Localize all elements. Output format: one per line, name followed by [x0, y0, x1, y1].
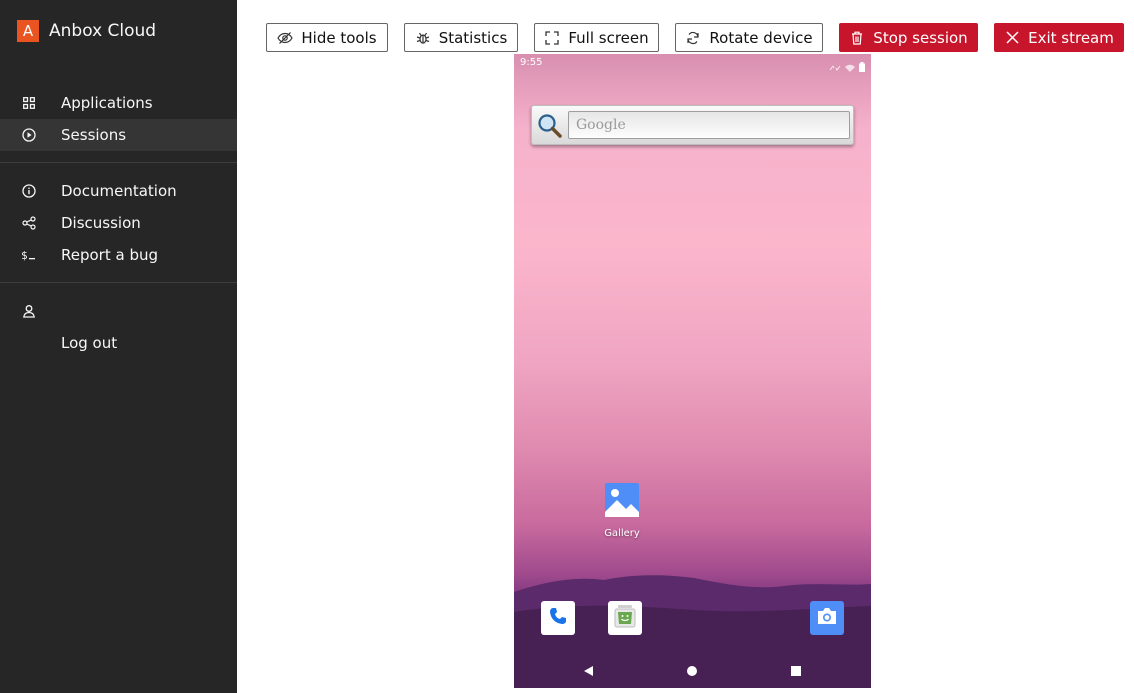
trash-icon [849, 30, 865, 46]
stop-session-button[interactable]: Stop session [839, 23, 978, 52]
user-icon [21, 303, 37, 319]
sidebar-item-label: Sessions [61, 126, 127, 144]
app-label: Gallery [604, 528, 640, 539]
play-circle-icon [21, 127, 37, 143]
hide-tools-button[interactable]: Hide tools [266, 23, 388, 52]
sidebar-item-documentation[interactable]: Documentation [0, 175, 237, 207]
logout-label: Log out [61, 334, 118, 352]
search-input[interactable]: Google [568, 111, 850, 139]
rotate-icon [685, 30, 701, 46]
exit-stream-label: Exit stream [1028, 28, 1114, 47]
share-icon [21, 215, 37, 231]
exit-stream-button[interactable]: Exit stream [994, 23, 1124, 52]
status-icons [829, 57, 865, 76]
full-screen-button[interactable]: Full screen [534, 23, 659, 52]
sidebar-item-label: Discussion [61, 214, 141, 232]
sidebar-item-applications[interactable]: Applications [0, 87, 237, 119]
sidebar-divider [0, 162, 237, 163]
dock-camera[interactable] [810, 601, 844, 635]
fullscreen-icon [544, 30, 560, 46]
sidebar-item-logout[interactable]: Log out [0, 327, 237, 359]
device-screen[interactable]: 9:55 Google Gallery [514, 54, 871, 688]
android-store-icon [614, 604, 636, 632]
sidebar-item-sessions[interactable]: Sessions [0, 119, 237, 151]
device-nav-bar [514, 654, 871, 688]
brand-name: Anbox Cloud [49, 21, 157, 41]
eye-off-icon [277, 30, 294, 46]
brand-logo[interactable]: A Anbox Cloud [17, 20, 156, 42]
statistics-button[interactable]: Statistics [404, 23, 518, 52]
logo-mark: A [17, 20, 39, 42]
sidebar-item-label: Report a bug [61, 246, 159, 264]
sidebar-item-report-bug[interactable]: $ Report a bug [0, 239, 237, 271]
full-screen-label: Full screen [568, 28, 649, 47]
google-search-widget[interactable]: Google [531, 105, 854, 145]
status-time: 9:55 [520, 57, 543, 68]
phone-icon [548, 606, 568, 630]
home-icon[interactable] [684, 663, 700, 679]
gallery-icon [604, 482, 640, 522]
sidebar-divider [0, 282, 237, 283]
battery-icon [859, 57, 865, 76]
dock-phone[interactable] [541, 601, 575, 635]
sidebar-item-label: Applications [61, 94, 153, 112]
svg-text:$: $ [21, 249, 28, 262]
app-gallery[interactable]: Gallery [604, 482, 640, 539]
info-icon [21, 183, 37, 199]
statistics-label: Statistics [438, 28, 508, 47]
dock-app-store[interactable] [608, 601, 642, 635]
camera-icon [816, 607, 838, 629]
sidebar: A Anbox Cloud Applications Sessions Docu… [0, 0, 237, 693]
device-status-bar: 9:55 [514, 54, 871, 72]
close-icon [1004, 30, 1020, 46]
sidebar-item-label: Documentation [61, 182, 177, 200]
hide-tools-label: Hide tools [301, 28, 377, 47]
terminal-icon: $ [21, 247, 37, 263]
grid-icon [21, 95, 37, 111]
magnifier-icon [537, 113, 563, 143]
wifi-icon [845, 57, 855, 76]
bug-icon [415, 30, 431, 46]
rotate-device-label: Rotate device [709, 28, 813, 47]
sidebar-item-account[interactable] [0, 295, 237, 327]
search-placeholder: Google [576, 117, 626, 133]
signal-icon [829, 57, 841, 76]
rotate-device-button[interactable]: Rotate device [675, 23, 823, 52]
sidebar-item-discussion[interactable]: Discussion [0, 207, 237, 239]
stop-session-label: Stop session [873, 28, 968, 47]
recents-icon[interactable] [788, 663, 804, 679]
back-icon[interactable] [580, 663, 596, 679]
